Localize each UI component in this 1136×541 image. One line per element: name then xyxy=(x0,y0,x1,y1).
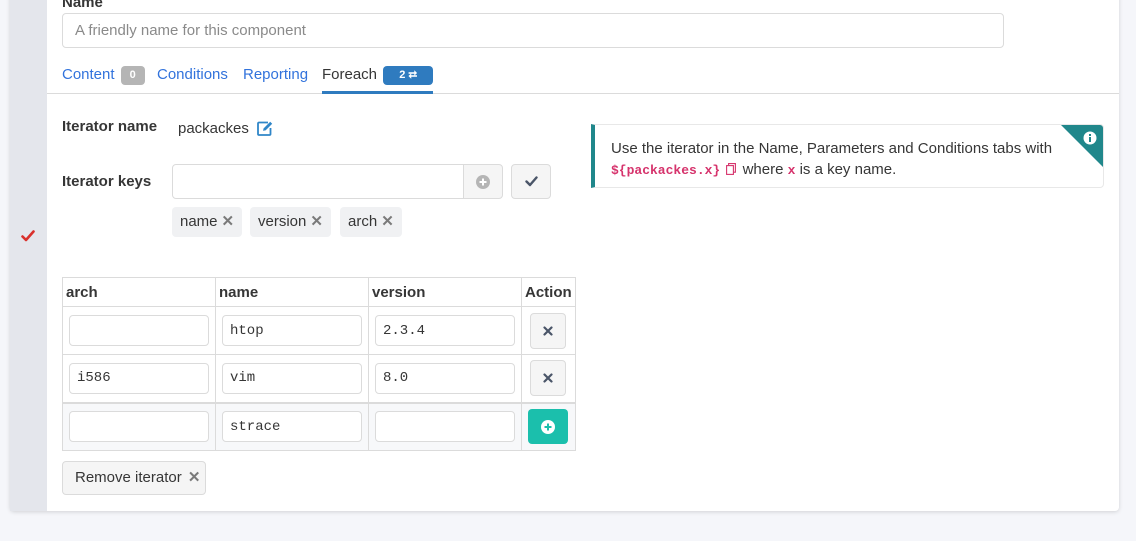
new-arch-input[interactable] xyxy=(69,411,209,443)
delete-row-button[interactable] xyxy=(530,360,566,397)
iterator-key-code: x xyxy=(787,163,796,178)
remove-key-icon[interactable]: ✕ xyxy=(222,207,235,237)
iterator-help-notification: Use the iterator in the Name, Parameters… xyxy=(591,124,1104,188)
help-text-middle: where xyxy=(742,161,784,178)
edit-icon[interactable] xyxy=(257,121,273,136)
arch-input[interactable] xyxy=(69,362,209,394)
help-text-before: Use the iterator in the Name, Parameters… xyxy=(611,140,1053,157)
tab-conditions[interactable]: Conditions xyxy=(157,62,228,94)
column-header-action: Action xyxy=(521,277,576,307)
delete-row-button[interactable] xyxy=(530,312,566,349)
table-cell xyxy=(215,401,369,451)
tab-content[interactable]: Content 0 xyxy=(62,62,145,94)
tab-foreach-label: Foreach xyxy=(322,66,378,83)
table-cell xyxy=(215,354,369,403)
tab-reporting-label: Reporting xyxy=(243,66,309,83)
iterator-key-tag-label: version xyxy=(258,213,307,230)
remove-key-icon[interactable]: ✕ xyxy=(381,207,394,237)
name-cell-input[interactable] xyxy=(222,315,362,346)
iterator-name-label: Iterator name xyxy=(62,118,158,135)
tab-foreach[interactable]: Foreach 2 ⮂ xyxy=(322,62,434,94)
tab-content-label: Content xyxy=(62,66,115,83)
table-cell xyxy=(368,306,522,355)
tab-conditions-label: Conditions xyxy=(157,66,228,83)
name-field-label: Name xyxy=(62,0,103,11)
add-key-button[interactable] xyxy=(463,164,503,199)
times-icon xyxy=(543,373,553,383)
version-input[interactable] xyxy=(375,362,515,394)
table-cell xyxy=(521,401,576,451)
add-row-button[interactable] xyxy=(528,409,568,445)
table-cell xyxy=(521,306,576,355)
iterator-name-value: packackes xyxy=(178,120,249,137)
table-cell xyxy=(62,401,216,451)
confirm-keys-button[interactable] xyxy=(511,164,551,199)
version-input[interactable] xyxy=(375,315,515,346)
plus-circle-icon xyxy=(541,419,555,434)
table-row xyxy=(62,354,576,403)
arch-input[interactable] xyxy=(69,315,209,346)
component-status-strip xyxy=(10,0,47,511)
iterator-key-tag-label: name xyxy=(180,213,218,230)
remove-iterator-button[interactable]: Remove iterator ✕ xyxy=(62,461,206,495)
iterator-key-tag: name ✕ xyxy=(172,207,243,237)
copy-icon[interactable] xyxy=(726,163,737,175)
iterator-values-table: arch name version Action xyxy=(62,277,576,451)
times-icon: ✕ xyxy=(187,469,201,486)
table-cell xyxy=(368,354,522,403)
iterator-keys-label: Iterator keys xyxy=(62,173,152,190)
tab-foreach-count-badge: 2 ⮂ xyxy=(383,66,434,85)
column-header-name: name xyxy=(215,277,369,307)
table-row xyxy=(62,306,576,355)
new-row xyxy=(62,401,576,451)
component-tabs: Content 0 Conditions Reporting Foreach 2… xyxy=(47,62,1119,94)
table-header-row: arch name version Action xyxy=(62,277,576,307)
table-cell xyxy=(215,306,369,355)
info-icon xyxy=(1061,125,1103,167)
iterator-key-tag: version ✕ xyxy=(250,207,331,237)
name-cell-input[interactable] xyxy=(222,362,362,394)
table-cell xyxy=(62,354,216,403)
iterator-help-text: Use the iterator in the Name, Parameters… xyxy=(611,138,1052,181)
column-header-arch: arch xyxy=(62,277,216,307)
remove-key-icon[interactable]: ✕ xyxy=(310,207,323,237)
iterator-key-input[interactable] xyxy=(172,164,464,199)
iterator-key-tag-label: arch xyxy=(348,213,378,230)
tab-reporting[interactable]: Reporting xyxy=(243,62,308,94)
help-text-after: is a key name. xyxy=(799,161,897,178)
check-icon xyxy=(21,230,35,242)
column-header-version: version xyxy=(368,277,522,307)
remove-iterator-label: Remove iterator xyxy=(75,469,182,486)
tab-content-count-badge: 0 xyxy=(120,66,145,85)
new-version-input[interactable] xyxy=(375,411,515,443)
times-icon xyxy=(543,325,553,336)
plus-circle-icon xyxy=(476,174,490,189)
checkmark-icon xyxy=(524,176,538,187)
table-cell xyxy=(368,401,522,451)
new-name-input[interactable] xyxy=(222,411,362,443)
name-input[interactable] xyxy=(62,13,1004,48)
table-cell xyxy=(521,354,576,403)
iterator-usage-code: ${packackes.x} xyxy=(611,163,721,178)
iterator-key-tag: arch ✕ xyxy=(340,207,402,237)
table-cell xyxy=(62,306,216,355)
